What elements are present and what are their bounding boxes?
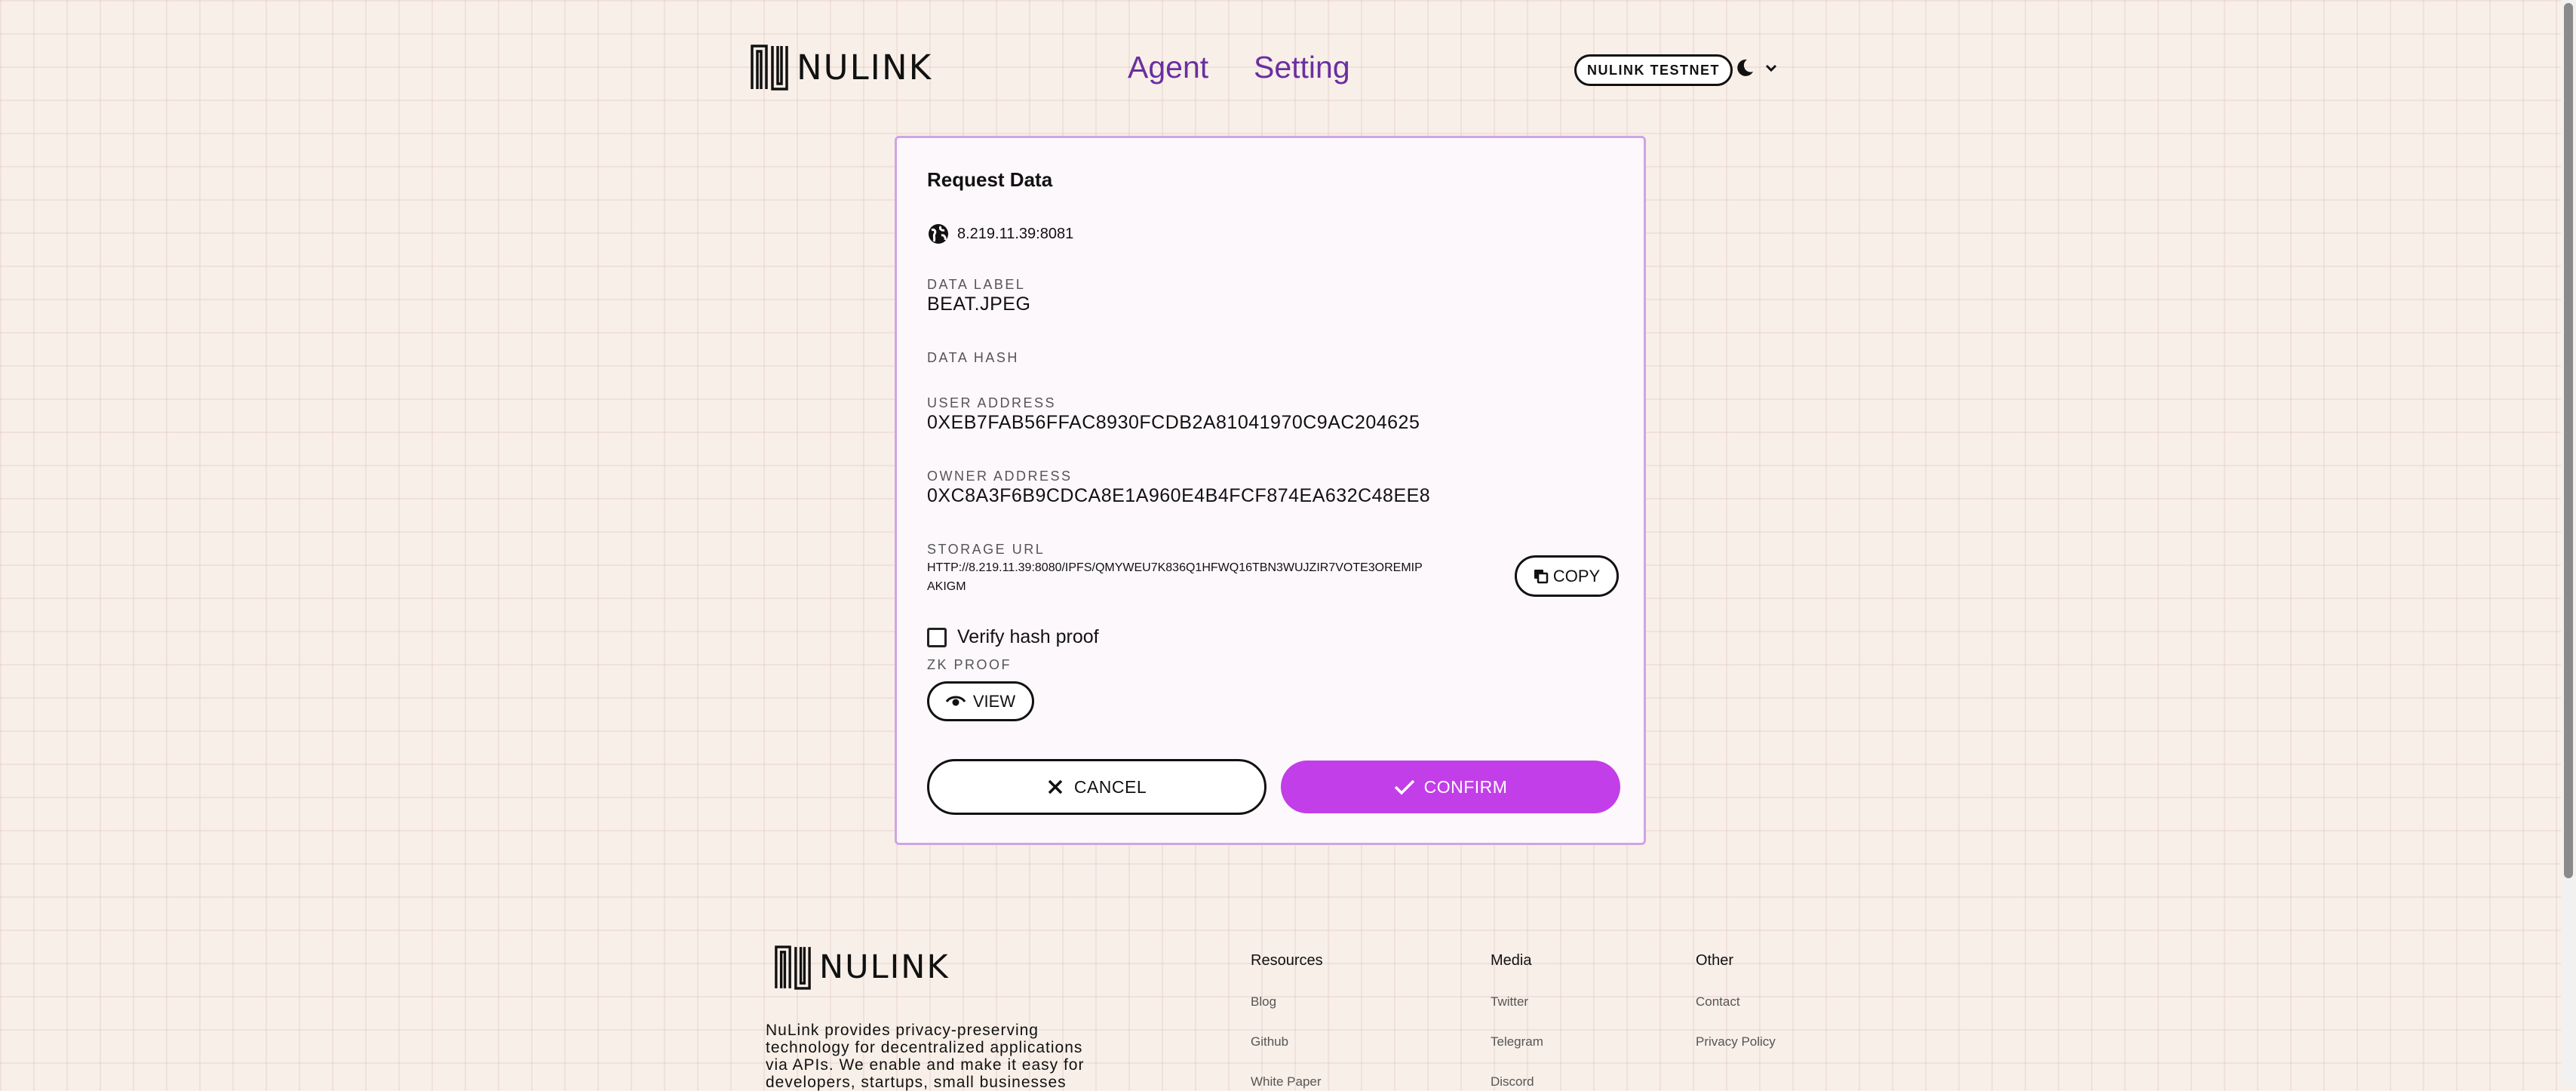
footer-link-twitter[interactable]: Twitter [1491,994,1528,1010]
logo-wordmark: NULINK [797,47,933,88]
scrollbar-thumb[interactable] [2564,3,2573,878]
network-selector-button[interactable]: NULINK TESTNET [1574,54,1733,86]
storage-url-label: STORAGE URL [927,542,1045,557]
request-data-modal: Request Data 8.219.11.39:8081 DATA LABEL… [895,136,1646,845]
user-address-label: USER ADDRESS [927,395,1057,410]
footer-link-blog[interactable]: Blog [1251,994,1276,1010]
close-icon [1048,779,1063,794]
footer-link-privacy-policy[interactable]: Privacy Policy [1696,1034,1776,1050]
footer-logo-wordmark: NULINK [819,948,950,986]
footer-logo[interactable]: NULINK [774,945,950,990]
host-address: 8.219.11.39:8081 [957,225,1074,242]
footer-link-white-paper[interactable]: White Paper [1251,1074,1322,1089]
view-button[interactable]: VIEW [927,681,1034,721]
data-hash-label: DATA HASH [927,350,1019,365]
moon-icon [1737,59,1753,76]
eye-icon [945,696,966,705]
owner-address-value: 0XC8A3F6B9CDCA8E1A960E4B4FCF874EA632C48E… [927,485,1431,506]
data-label-label: DATA LABEL [927,277,1026,292]
footer-link-github[interactable]: Github [1251,1034,1288,1050]
chevron-down-icon [1765,64,1777,72]
owner-address-label: OWNER ADDRESS [927,469,1073,484]
footer-link-telegram[interactable]: Telegram [1491,1034,1543,1050]
nulink-logo-icon [751,45,788,91]
globe-icon [929,224,948,244]
confirm-button[interactable]: CONFIRM [1281,761,1620,813]
zk-proof-label: ZK PROOF [927,657,1012,672]
modal-title: Request Data [927,168,1053,191]
nulink-logo-icon [775,945,811,990]
footer-heading-media: Media [1491,952,1532,969]
footer-heading-other: Other [1696,952,1734,969]
footer-heading-resources: Resources [1251,952,1323,969]
host-row: 8.219.11.39:8081 [927,223,1073,245]
footer-about: NuLink provides privacy-preserving techn… [766,1022,1085,1091]
verify-hash-row[interactable]: Verify hash proof [927,626,1099,648]
verify-hash-checkbox[interactable] [927,627,947,647]
nav-agent[interactable]: Agent [1128,50,1208,85]
nav-setting[interactable]: Setting [1254,50,1350,85]
cancel-button[interactable]: CANCEL [927,759,1267,815]
copy-icon [1534,569,1549,583]
footer-link-discord[interactable]: Discord [1491,1074,1534,1089]
user-address-value: 0XEB7FAB56FFAC8930FCDB2A81041970C9AC2046… [927,412,1420,433]
header-logo[interactable]: NULINK [750,44,932,91]
data-label-value: BEAT.JPEG [927,293,1031,315]
verify-hash-label: Verify hash proof [957,626,1099,647]
copy-button[interactable]: COPY [1515,555,1619,597]
footer-link-contact[interactable]: Contact [1696,994,1740,1010]
storage-url-value: HTTP://8.219.11.39:8080/IPFS/QMYWEU7K836… [927,561,1423,593]
theme-toggle[interactable] [1735,56,1780,80]
check-icon [1394,779,1414,795]
scrollbar-track[interactable] [2561,0,2576,1086]
